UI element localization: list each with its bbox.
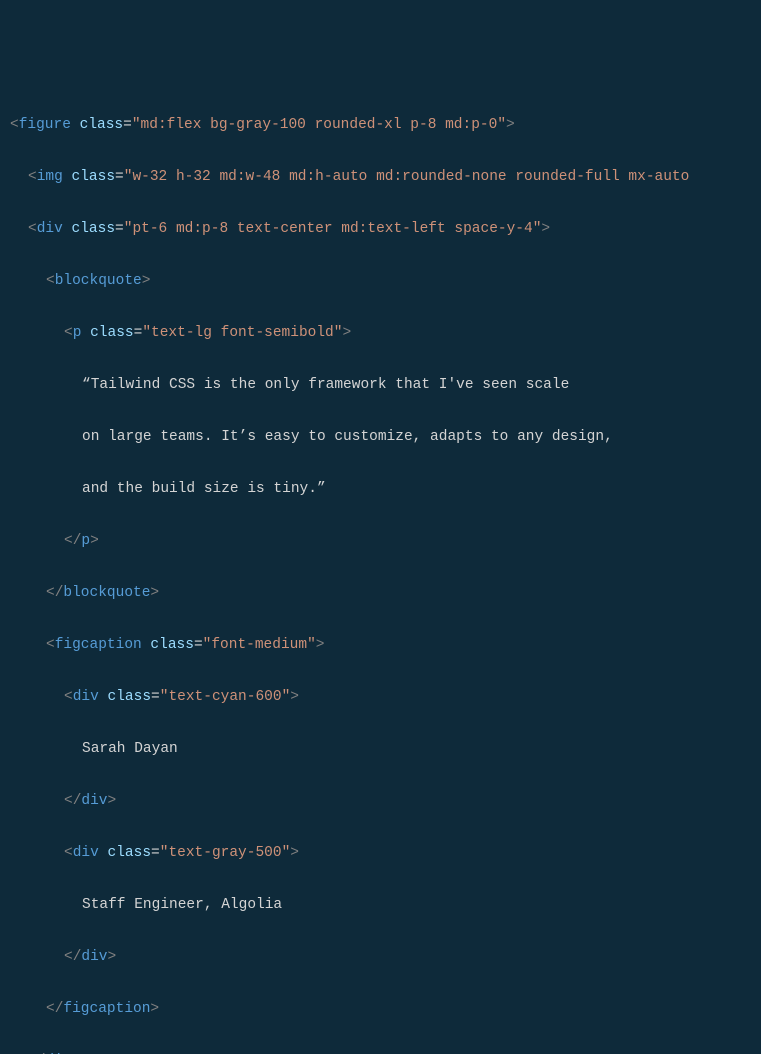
tag-blockquote-close: blockquote — [63, 585, 150, 601]
attr-class: class — [150, 637, 194, 653]
code-line: </div> — [10, 1048, 751, 1054]
attr-class: class — [108, 845, 152, 861]
tag-div: div — [37, 221, 63, 237]
code-line: </div> — [10, 944, 751, 970]
code-line: Sarah Dayan — [10, 736, 751, 762]
tag-p-close: p — [81, 533, 90, 549]
quote-line-2: on large teams. It’s easy to customize, … — [82, 429, 613, 445]
tag-div: div — [73, 689, 99, 705]
p-class-value: text-lg font-semibold — [151, 325, 334, 341]
name-div-class-value: text-cyan-600 — [168, 689, 281, 705]
code-line: <figure class="md:flex bg-gray-100 round… — [10, 112, 751, 138]
code-line: <p class="text-lg font-semibold"> — [10, 320, 751, 346]
attr-class: class — [80, 117, 124, 133]
tag-img: img — [37, 169, 63, 185]
div-content-class-value: pt-6 md:p-8 text-center md:text-left spa… — [132, 221, 532, 237]
attr-class: class — [72, 221, 116, 237]
img-class-value: w-32 h-32 md:w-48 md:h-auto md:rounded-n… — [132, 169, 689, 185]
code-line: and the build size is tiny.” — [10, 476, 751, 502]
author-name: Sarah Dayan — [82, 741, 178, 757]
figure-class-value: md:flex bg-gray-100 rounded-xl p-8 md:p-… — [141, 117, 498, 133]
tag-div-close: div — [81, 949, 107, 965]
quote-line-1: “Tailwind CSS is the only framework that… — [82, 377, 569, 393]
code-line: </p> — [10, 528, 751, 554]
attr-class: class — [72, 169, 116, 185]
attr-class: class — [90, 325, 134, 341]
role-div-class-value: text-gray-500 — [168, 845, 281, 861]
quote-line-3: and the build size is tiny.” — [82, 481, 326, 497]
code-line: <div class="text-cyan-600"> — [10, 684, 751, 710]
tag-figcaption: figcaption — [55, 637, 142, 653]
tag-div-close: div — [45, 1053, 71, 1054]
author-role: Staff Engineer, Algolia — [82, 897, 282, 913]
code-line: “Tailwind CSS is the only framework that… — [10, 372, 751, 398]
figcaption-class-value: font-medium — [211, 637, 307, 653]
attr-class: class — [108, 689, 152, 705]
tag-figcaption-close: figcaption — [63, 1001, 150, 1017]
code-line: <div class="pt-6 md:p-8 text-center md:t… — [10, 216, 751, 242]
tag-div-close: div — [81, 793, 107, 809]
tag-blockquote: blockquote — [55, 273, 142, 289]
tag-p: p — [73, 325, 82, 341]
code-line: on large teams. It’s easy to customize, … — [10, 424, 751, 450]
code-line: </blockquote> — [10, 580, 751, 606]
code-line: </figcaption> — [10, 996, 751, 1022]
tag-figure: figure — [19, 117, 71, 133]
code-line: Staff Engineer, Algolia — [10, 892, 751, 918]
code-line: <div class="text-gray-500"> — [10, 840, 751, 866]
code-line: <blockquote> — [10, 268, 751, 294]
code-line: <img class="w-32 h-32 md:w-48 md:h-auto … — [10, 164, 751, 190]
code-line: </div> — [10, 788, 751, 814]
code-line: <figcaption class="font-medium"> — [10, 632, 751, 658]
tag-div: div — [73, 845, 99, 861]
